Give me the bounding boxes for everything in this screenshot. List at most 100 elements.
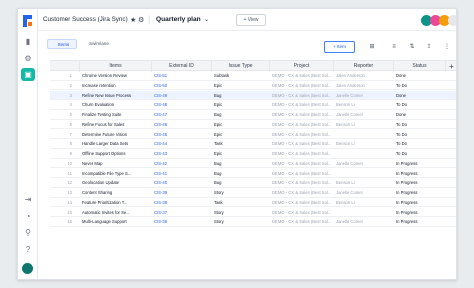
table-row[interactable]: 2 Increase retention CIS-50 Epic DEMO - CX &…: [50, 81, 456, 91]
reporter-name: Janelle Comer: [336, 190, 363, 195]
row-number: 12: [67, 180, 72, 186]
row-number: 13: [67, 190, 72, 195]
external-id-link[interactable]: CIS-51: [154, 71, 210, 81]
row-number: 5: [69, 112, 72, 117]
table-row[interactable]: 16 Multi-Language Support CIS-36 Story DEMO …: [50, 217, 456, 227]
external-id-link[interactable]: CIS-49: [154, 91, 210, 101]
status: In Progress: [396, 199, 418, 205]
external-id-link[interactable]: CIS-42: [154, 159, 210, 169]
plans-icon[interactable]: ▣: [21, 68, 35, 81]
table-row[interactable]: 4 Churn Evaluation CIS-48 Epic DEMO - CX & S…: [50, 100, 456, 110]
more-icon[interactable]: ⋮: [443, 44, 451, 51]
reporter-name: Janelle Comer: [336, 219, 363, 225]
table-row[interactable]: 11 Incompatible File Type S... CIS-41 Bug DE…: [50, 169, 456, 179]
add-view-button[interactable]: + View: [236, 14, 266, 26]
add-item-button[interactable]: + Item: [324, 41, 355, 53]
external-id-link[interactable]: CIS-43: [154, 149, 210, 159]
reporter-name: Benson Li: [336, 180, 355, 186]
row-number: 8: [69, 141, 72, 147]
issue-type: Epic: [214, 102, 223, 108]
row-number: 3: [69, 92, 72, 98]
table-row[interactable]: 13 Content Sharing CIS-39 Story DEMO - CX & …: [50, 188, 456, 198]
table-row[interactable]: 6 Refine Focus for Sales CIS-46 Epic DEMO - …: [50, 120, 456, 130]
status: Done: [396, 112, 407, 117]
issue-type: Epic: [214, 82, 223, 88]
external-id-link[interactable]: CIS-48: [154, 100, 210, 110]
chevron-down-icon[interactable]: ⌄: [204, 16, 209, 23]
reporter-name: Benson Li: [336, 102, 355, 108]
table-row[interactable]: 12 Geolocation Update CIS-40 Bug DEMO - CX &…: [50, 178, 456, 188]
external-id-link[interactable]: CIS-39: [154, 188, 210, 198]
external-id-link[interactable]: CIS-46: [154, 120, 210, 130]
reporter-name: [336, 149, 392, 159]
plan-title[interactable]: Quarterly plan: [156, 16, 201, 23]
external-id-link[interactable]: CIS-45: [154, 130, 210, 140]
logout-icon[interactable]: ⇥: [23, 195, 33, 205]
table-row[interactable]: 3 Refine New Issue Process CIS-49 Bug DEMO -…: [50, 90, 456, 101]
issue-type: Task: [214, 141, 223, 147]
project-name: DEMO - CX & Sales (Best Sol...: [272, 102, 332, 108]
star-icon[interactable]: ★: [130, 16, 136, 24]
project-name: DEMO - CX & Sales (Best Sol...: [272, 219, 332, 225]
issue-type: Bug: [214, 92, 222, 98]
chart-icon[interactable]: ▮: [23, 37, 33, 47]
divider: |: [148, 14, 151, 24]
item-name: Finalize Testing Suite: [82, 112, 122, 117]
status: In Progress: [396, 170, 418, 176]
filter-icon[interactable]: ≡: [390, 44, 398, 51]
table-row[interactable]: 15 Automatic Invites for Se... CIS-37 Story…: [50, 208, 456, 218]
table-row[interactable]: 9 Offline Support Options CIS-43 Epic DEMO -…: [50, 149, 456, 159]
external-id-link[interactable]: CIS-50: [154, 81, 210, 91]
project-name: DEMO - CX & Sales (Best Sol...: [272, 82, 332, 88]
status: In Progress: [396, 209, 418, 215]
row-number: 11: [67, 170, 72, 176]
issue-type: Epic: [214, 131, 223, 137]
sort-icon[interactable]: ⇅: [408, 44, 416, 51]
tab-items[interactable]: Items: [47, 39, 77, 49]
status: To Do: [396, 141, 407, 147]
table-row[interactable]: 14 Feature Prioritization T... CIS-38 Task D…: [50, 198, 456, 208]
app-window: ▮ ⚙ ▣ ⇥ ◔ ⚲ ? Customer Success (Jira Syn…: [17, 8, 457, 280]
share-icon[interactable]: [448, 15, 456, 26]
app-logo-icon[interactable]: [22, 15, 33, 27]
tab-swimlane[interactable]: Swimlane: [79, 39, 119, 49]
reporter-name: Janelle Comer: [336, 112, 363, 117]
table-row[interactable]: 10 Never Map CIS-42 Bug DEMO - CX & Sales (B…: [50, 159, 456, 169]
table-row[interactable]: 1 Chrome Version Review CIS-51 Subtask DEMO …: [50, 71, 456, 81]
external-id-link[interactable]: CIS-36: [154, 217, 210, 227]
status: Done: [396, 92, 407, 98]
item-name: Offline Support Options: [82, 151, 126, 156]
external-id-link[interactable]: CIS-38: [154, 198, 210, 208]
item-name: Churn Evaluation: [82, 102, 115, 108]
issue-type: Bug: [214, 112, 222, 117]
item-name: Handle Larger Data Sets: [82, 141, 129, 147]
help-icon[interactable]: ?: [23, 245, 33, 255]
external-id-link[interactable]: CIS-44: [154, 139, 210, 149]
issue-type: Subtask: [214, 73, 230, 78]
status: To Do: [396, 82, 407, 88]
project-name: DEMO - CX & Sales (Best Sol...: [272, 141, 332, 147]
table-row[interactable]: 5 Finalize Testing Suite CIS-47 Bug DEMO - C…: [50, 110, 456, 120]
reporter-name: [336, 130, 392, 140]
external-id-link[interactable]: CIS-47: [154, 110, 210, 120]
table-row[interactable]: 8 Handle Larger Data Sets CIS-44 Task DEMO -…: [50, 139, 456, 149]
row-number: 1: [69, 73, 72, 78]
reporter-name: [336, 169, 392, 179]
item-name: Feature Prioritization T...: [82, 199, 128, 205]
notification-icon[interactable]: ◔: [23, 212, 33, 222]
user-avatar[interactable]: [22, 263, 33, 274]
external-id-link[interactable]: CIS-40: [154, 178, 210, 188]
external-id-link[interactable]: CIS-41: [154, 169, 210, 179]
group-icon[interactable]: ⊞: [368, 44, 376, 51]
settings-icon[interactable]: ⚙: [23, 54, 33, 64]
reporter-name: Janelle Comer: [336, 160, 363, 166]
row-number: 4: [69, 102, 72, 108]
table-header: Items External ID Issue Type Project Rep…: [50, 60, 456, 72]
table-row[interactable]: 7 Determine Future Vision CIS-45 Epic DEMO -…: [50, 130, 456, 140]
gear-icon[interactable]: ⚙: [138, 16, 144, 24]
upload-icon[interactable]: ⇪: [425, 44, 433, 51]
project-title[interactable]: Customer Success (Jira Sync): [43, 16, 128, 23]
pin-icon[interactable]: ⚲: [23, 228, 33, 238]
external-id-link[interactable]: CIS-37: [154, 208, 210, 218]
row-number: 9: [69, 151, 72, 156]
